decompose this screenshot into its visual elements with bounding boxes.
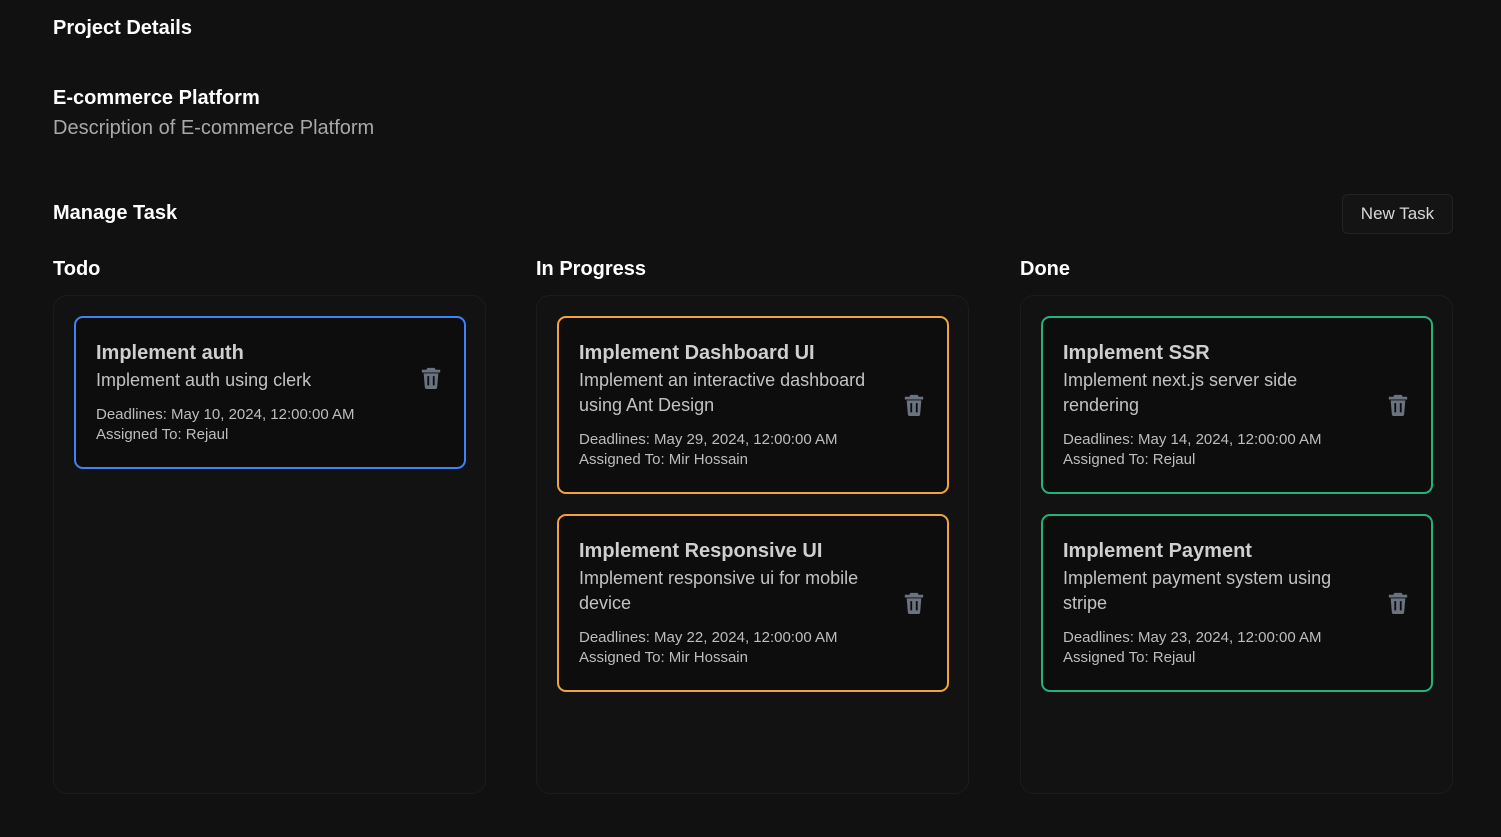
task-card[interactable]: Implement auth Implement auth using cler… (74, 316, 466, 469)
task-title: Implement SSR (1063, 342, 1210, 364)
task-assignee: Assigned To: Mir Hossain (579, 649, 748, 666)
task-meta: Deadlines: May 22, 2024, 12:00:00 AM Ass… (579, 628, 887, 668)
task-meta: Deadlines: May 23, 2024, 12:00:00 AM Ass… (1063, 628, 1371, 668)
task-assignee: Assigned To: Rejaul (96, 426, 229, 443)
task-deadline: Deadlines: May 23, 2024, 12:00:00 AM (1063, 629, 1322, 646)
manage-task-title: Manage Task (53, 202, 178, 224)
task-deadline: Deadlines: May 29, 2024, 12:00:00 AM (579, 431, 838, 448)
column-todo: Todo Implement auth Implement auth using… (53, 257, 486, 794)
column-done: Done Implement SSR Implement next.js ser… (1020, 257, 1453, 794)
task-card[interactable]: Implement Dashboard UI Implement an inte… (557, 316, 949, 494)
page-title: Project Details (53, 17, 192, 39)
project-name: E-commerce Platform (53, 87, 260, 109)
task-title: Implement Dashboard UI (579, 342, 815, 364)
task-meta: Deadlines: May 29, 2024, 12:00:00 AM Ass… (579, 430, 887, 470)
new-task-button[interactable]: New Task (1342, 194, 1453, 234)
trash-icon[interactable] (903, 393, 925, 417)
task-title: Implement auth (96, 342, 244, 364)
column-title-in-progress: In Progress (536, 258, 647, 280)
task-deadline: Deadlines: May 10, 2024, 12:00:00 AM (96, 406, 355, 423)
project-description: Description of E-commerce Platform (53, 117, 375, 139)
column-in-progress: In Progress Implement Dashboard UI Imple… (536, 257, 969, 794)
column-body-done[interactable]: Implement SSR Implement next.js server s… (1020, 295, 1453, 794)
trash-icon[interactable] (1387, 591, 1409, 615)
task-assignee: Assigned To: Rejaul (1063, 649, 1196, 666)
column-body-in-progress[interactable]: Implement Dashboard UI Implement an inte… (536, 295, 969, 794)
project-details-page: Project Details E-commerce Platform Desc… (0, 0, 1501, 837)
trash-icon[interactable] (1387, 393, 1409, 417)
task-description: Implement next.js server side rendering (1063, 370, 1298, 415)
column-body-todo[interactable]: Implement auth Implement auth using cler… (53, 295, 486, 794)
task-title: Implement Payment (1063, 540, 1252, 562)
task-assignee: Assigned To: Rejaul (1063, 451, 1196, 468)
task-deadline: Deadlines: May 22, 2024, 12:00:00 AM (579, 629, 838, 646)
task-description: Implement payment system using stripe (1063, 568, 1332, 613)
task-meta: Deadlines: May 14, 2024, 12:00:00 AM Ass… (1063, 430, 1371, 470)
trash-icon[interactable] (420, 366, 442, 390)
column-title-done: Done (1020, 258, 1070, 280)
task-assignee: Assigned To: Mir Hossain (579, 451, 748, 468)
task-card[interactable]: Implement Payment Implement payment syst… (1041, 514, 1433, 692)
task-title: Implement Responsive UI (579, 540, 823, 562)
task-meta: Deadlines: May 10, 2024, 12:00:00 AM Ass… (96, 405, 404, 445)
trash-icon[interactable] (903, 591, 925, 615)
column-title-todo: Todo (53, 258, 101, 280)
task-card[interactable]: Implement SSR Implement next.js server s… (1041, 316, 1433, 494)
task-deadline: Deadlines: May 14, 2024, 12:00:00 AM (1063, 431, 1322, 448)
task-description: Implement an interactive dashboard using… (579, 370, 866, 415)
task-description: Implement responsive ui for mobile devic… (579, 568, 859, 613)
task-description: Implement auth using clerk (96, 370, 312, 390)
task-card[interactable]: Implement Responsive UI Implement respon… (557, 514, 949, 692)
